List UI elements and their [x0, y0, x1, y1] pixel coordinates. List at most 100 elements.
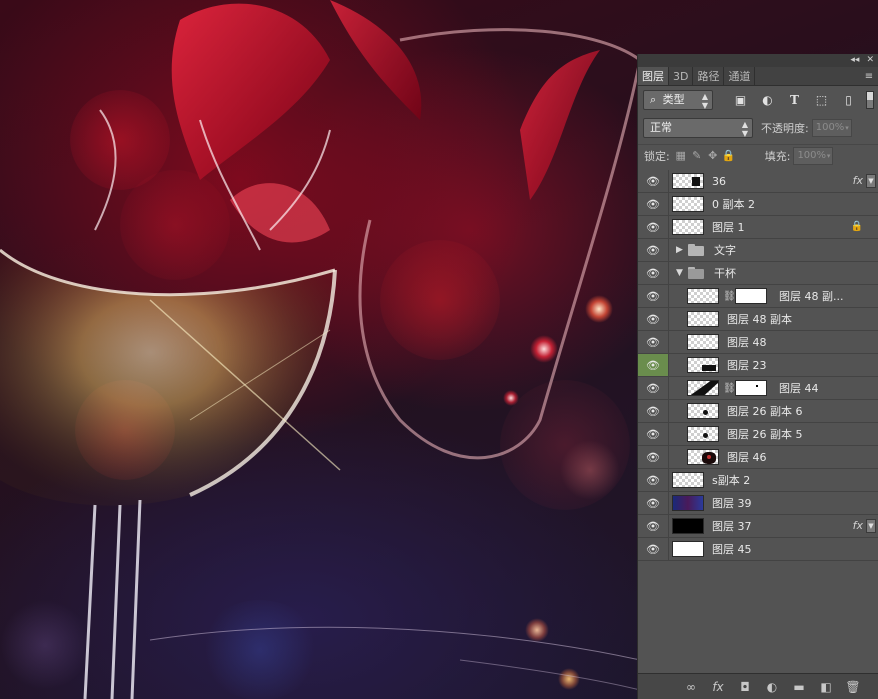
visibility-toggle[interactable]: 👁 [638, 216, 669, 238]
layer-name: 图层 48 副... [779, 290, 844, 303]
blend-mode-dropdown[interactable]: 正常 ▲ ▼ [643, 118, 753, 138]
image-filter-icon[interactable]: ▣ [733, 92, 749, 108]
visibility-toggle[interactable]: 👁 [638, 170, 669, 192]
layer-row[interactable]: 👁 s副本 2 [638, 469, 878, 492]
visibility-toggle[interactable]: 👁 [638, 239, 669, 261]
layer-row[interactable]: 👁 图层 46 [638, 446, 878, 469]
tab-3d[interactable]: 3D [669, 67, 694, 85]
layer-row[interactable]: 👁 图层 37 fx ▼ [638, 515, 878, 538]
fx-icon[interactable]: fx [710, 680, 726, 694]
layer-name: 图层 37 [712, 520, 752, 533]
eye-icon: 👁 [646, 312, 660, 326]
collapsed-arrow-icon[interactable]: ▶ [676, 245, 686, 255]
layer-row[interactable]: 👁 图层 39 [638, 492, 878, 515]
fill-label: 填充: [764, 149, 791, 163]
layer-row[interactable]: 👁 图层 26 副本 6 [638, 400, 878, 423]
search-icon: ⌕ [650, 93, 657, 106]
layer-row[interactable]: 👁 图层 26 副本 5 [638, 423, 878, 446]
layer-effects-icon[interactable]: fx [853, 174, 863, 187]
visibility-toggle[interactable]: 👁 [638, 308, 669, 330]
layer-thumbnail [672, 472, 704, 488]
new-layer-icon[interactable]: ◧ [818, 680, 834, 694]
close-icon[interactable]: ✕ [866, 54, 874, 67]
layer-row[interactable]: 👁 图层 45 [638, 538, 878, 561]
layer-thumbnail [672, 495, 704, 511]
visibility-toggle[interactable]: 👁 [638, 469, 669, 491]
new-group-icon[interactable]: ▬ [791, 680, 807, 694]
folder-icon [688, 267, 706, 279]
layer-thumbnail [672, 196, 704, 212]
layer-row[interactable]: 👁 0 副本 2 [638, 193, 878, 216]
adjustment-layer-icon[interactable]: ◐ [764, 680, 780, 694]
layer-row[interactable]: 👁 ⛓ 图层 44 [638, 377, 878, 400]
mask-link-icon[interactable]: ⛓ [723, 291, 736, 302]
eye-icon: 👁 [646, 519, 660, 533]
adjustment-filter-icon[interactable]: ◐ [760, 92, 776, 108]
layer-group-row[interactable]: 👁 ▼ 干杯 [638, 262, 878, 285]
layer-row[interactable]: 👁 图层 48 副本 [638, 308, 878, 331]
eye-icon: 👁 [646, 243, 660, 257]
left-glass-bowl [0, 250, 335, 506]
folder-icon [688, 244, 706, 256]
panel-footer: ∞ fx ◘ ◐ ▬ ◧ 🗑 [638, 673, 878, 699]
layer-row[interactable]: 👁 ⛓ 图层 48 副... [638, 285, 878, 308]
wave-line [149, 626, 641, 661]
visibility-toggle[interactable]: 👁 [638, 423, 669, 445]
lock-image-pixels-icon[interactable]: ✎ [689, 148, 705, 164]
layer-name: 图层 45 [712, 543, 752, 556]
visibility-toggle[interactable]: 👁 [638, 538, 669, 560]
visibility-toggle[interactable]: 👁 [638, 400, 669, 422]
text-filter-icon[interactable]: T [787, 92, 803, 108]
lock-all-icon[interactable]: 🔒 [721, 148, 737, 164]
layer-row[interactable]: 👁 图层 23 [638, 354, 878, 377]
add-mask-icon[interactable]: ◘ [737, 680, 753, 694]
eye-icon: 👁 [646, 289, 660, 303]
visibility-toggle[interactable]: 👁 [638, 262, 669, 284]
visibility-toggle[interactable]: 👁 [638, 354, 669, 376]
layer-row[interactable]: 👁 36 fx ▼ [638, 170, 878, 193]
layer-row[interactable]: 👁 图层 1 🔒 [638, 216, 878, 239]
layer-thumbnail [687, 426, 719, 442]
eye-icon: 👁 [646, 266, 660, 280]
shape-filter-icon[interactable]: ⬚ [814, 92, 830, 108]
layer-filter-dropdown[interactable]: ⌕ 类型 ▲ ▼ [643, 90, 713, 110]
link-layers-icon[interactable]: ∞ [683, 680, 699, 694]
panel-menu-icon[interactable]: ≡ [860, 67, 878, 85]
delete-layer-icon[interactable]: 🗑 [845, 680, 861, 694]
layer-mask-thumbnail[interactable] [735, 288, 767, 304]
mask-link-icon[interactable]: ⛓ [723, 383, 736, 394]
visibility-toggle[interactable]: 👁 [638, 492, 669, 514]
wave-line [459, 659, 641, 691]
filter-toggle-switch[interactable] [866, 91, 874, 109]
lock-transparent-pixels-icon[interactable]: ▦ [673, 148, 689, 164]
visibility-toggle[interactable]: 👁 [638, 446, 669, 468]
layer-name: 图层 44 [779, 382, 819, 395]
effects-expand-toggle[interactable]: ▼ [866, 174, 876, 188]
layer-group-row[interactable]: 👁 ▶ 文字 [638, 239, 878, 262]
tab-channels[interactable]: 通道 [724, 67, 756, 85]
eye-icon: 👁 [646, 358, 660, 372]
layer-name: 文字 [714, 244, 736, 257]
visibility-toggle[interactable]: 👁 [638, 515, 669, 537]
expanded-arrow-icon[interactable]: ▼ [676, 268, 686, 278]
fill-field[interactable]: 100% ▾ [793, 146, 834, 165]
layer-row[interactable]: 👁 图层 48 [638, 331, 878, 354]
visibility-toggle[interactable]: 👁 [638, 193, 669, 215]
layer-mask-thumbnail[interactable] [735, 380, 767, 396]
layer-list: 👁 36 fx ▼ 👁 0 副本 2 👁 图层 1 🔒 👁 ▶ 文字 👁 ▼ 干杯 👁 ⛓ 图层 48 副... 👁… [638, 170, 878, 561]
visibility-toggle[interactable]: 👁 [638, 331, 669, 353]
double-chevron-icon[interactable]: ◂◂ [850, 54, 859, 67]
tab-paths[interactable]: 路径 [693, 67, 725, 85]
layer-effects-icon[interactable]: fx [853, 519, 863, 532]
layer-name: 图层 23 [727, 359, 767, 372]
opacity-field[interactable]: 100% ▾ [811, 119, 852, 137]
tab-layers[interactable]: 图层 [638, 67, 669, 85]
lock-position-icon[interactable]: ✥ [705, 148, 721, 164]
visibility-toggle[interactable]: 👁 [638, 285, 669, 307]
visibility-toggle[interactable]: 👁 [638, 377, 669, 399]
layer-name: s副本 2 [712, 474, 751, 487]
panel-title-bar: ◂◂ ✕ [638, 54, 878, 67]
layer-thumbnail [687, 357, 719, 373]
effects-expand-toggle[interactable]: ▼ [866, 519, 876, 533]
smart-object-filter-icon[interactable]: ▯ [841, 92, 857, 108]
